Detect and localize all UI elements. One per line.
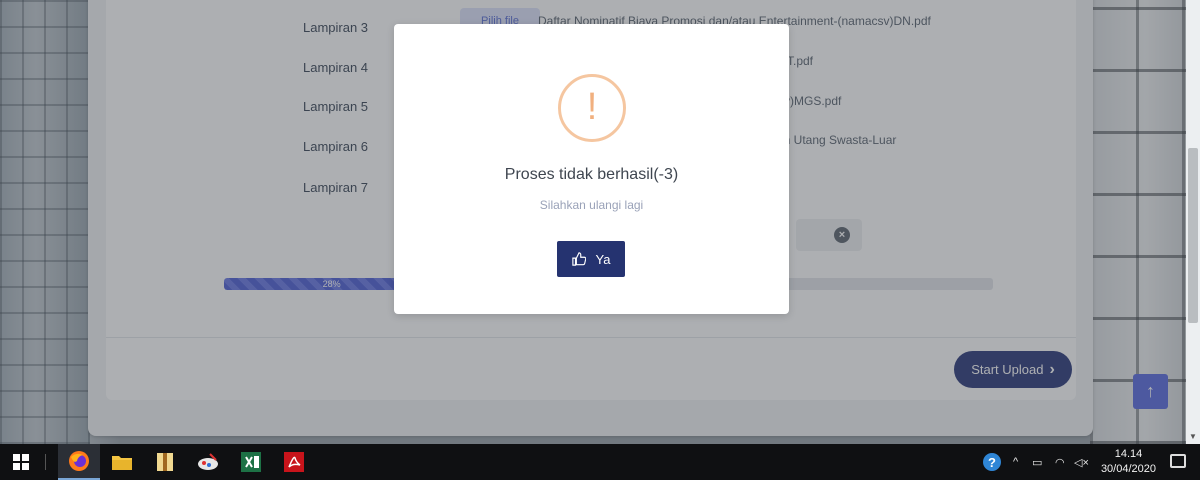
volume-muted-icon[interactable]: ◁×	[1074, 444, 1089, 480]
confirm-button[interactable]: Ya	[557, 241, 625, 277]
firefox-icon	[69, 451, 89, 471]
acrobat-icon	[284, 452, 304, 472]
exclamation-icon: !	[558, 74, 626, 142]
archive-icon	[157, 453, 173, 471]
confirm-label: Ya	[595, 251, 611, 267]
windows-logo-icon	[13, 454, 29, 470]
clock-time: 14.14	[1114, 448, 1143, 460]
taskbar-file-explorer[interactable]	[101, 444, 143, 480]
help-icon[interactable]: ?	[982, 444, 1002, 480]
page-scrollbar[interactable]: ▼	[1186, 0, 1200, 444]
dialog-message: Silahkan ulangi lagi	[539, 198, 644, 212]
error-dialog: ! Proses tidak berhasil(-3) Silahkan ula…	[394, 24, 789, 314]
folder-icon	[112, 456, 132, 470]
thumbs-up-icon	[571, 252, 586, 266]
taskbar-acrobat[interactable]	[273, 444, 315, 480]
start-button[interactable]	[0, 444, 42, 480]
show-hidden-icons-icon[interactable]: ^	[1013, 444, 1018, 480]
scroll-down-arrow-icon[interactable]: ▼	[1188, 432, 1198, 442]
taskbar-separator	[45, 454, 46, 470]
windows-taskbar: ? ^ ▭ ◠ ◁× 14.14 30/04/2020	[0, 444, 1200, 480]
taskbar-archive[interactable]	[144, 444, 186, 480]
notification-center-icon[interactable]	[1170, 454, 1186, 468]
clock-date: 30/04/2020	[1100, 463, 1156, 475]
paint-icon	[198, 453, 218, 470]
excel-icon	[241, 452, 261, 472]
taskbar-paint[interactable]	[187, 444, 229, 480]
taskbar-firefox[interactable]	[58, 444, 100, 480]
dialog-title: Proses tidak berhasil(-3)	[504, 166, 679, 183]
battery-icon[interactable]: ▭	[1032, 444, 1042, 480]
wifi-icon[interactable]: ◠	[1055, 444, 1065, 480]
taskbar-clock[interactable]: 14.14 30/04/2020	[1101, 447, 1156, 477]
scrollbar-thumb[interactable]	[1188, 148, 1198, 323]
taskbar-excel[interactable]	[230, 444, 272, 480]
svg-text:?: ?	[988, 455, 996, 470]
